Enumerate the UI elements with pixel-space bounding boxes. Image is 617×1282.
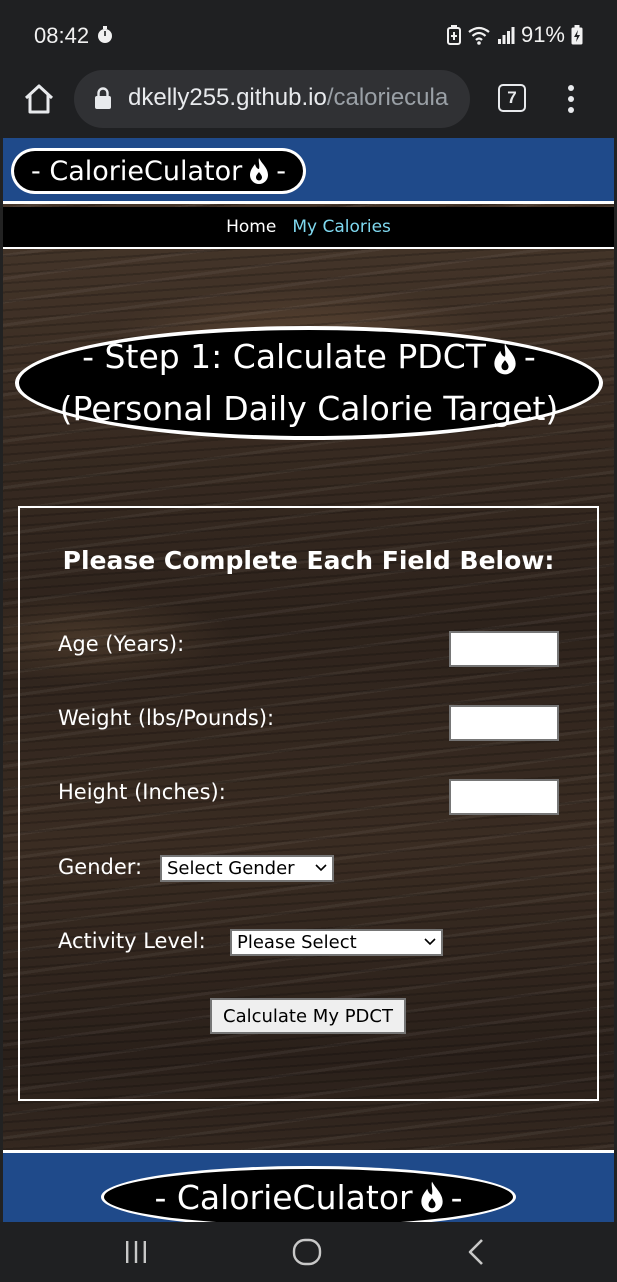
gender-label: Gender:: [58, 855, 143, 879]
battery-percent: 91%: [520, 22, 565, 47]
nav-link-my-calories[interactable]: My Calories: [292, 217, 391, 237]
more-options-icon[interactable]: [558, 82, 584, 116]
lock-icon: [95, 87, 111, 109]
height-input[interactable]: [449, 779, 559, 815]
chevron-down-icon: [315, 864, 327, 872]
url-path: /caloriecula: [326, 84, 449, 111]
flame-icon: [494, 343, 516, 374]
home-nav-icon[interactable]: [292, 1238, 322, 1266]
footer-brand-suffix: -: [450, 1177, 463, 1217]
footer-logo: - CalorieCulator -: [101, 1166, 516, 1222]
step-title-line2: (Personal Daily Calorie Target): [59, 389, 559, 428]
recent-apps-icon[interactable]: [122, 1238, 150, 1266]
nav-link-home[interactable]: Home: [226, 217, 276, 237]
status-time: 08:42: [34, 23, 90, 48]
activity-select-value: Please Select: [237, 932, 357, 953]
stopwatch-icon: [98, 26, 112, 43]
battery-charging-icon: [571, 25, 583, 45]
web-page: - CalorieCulator - Home My Calories - St…: [3, 138, 614, 1222]
step-title-line1: - Step 1: Calculate PDCT -: [82, 331, 536, 383]
height-label: Height (Inches):: [58, 780, 226, 804]
step-title-text: - Step 1: Calculate PDCT: [82, 337, 486, 376]
activity-level-select[interactable]: Please Select: [230, 929, 443, 956]
flame-icon: [250, 158, 269, 184]
site-header: - CalorieCulator -: [3, 138, 614, 204]
step-title-suffix: -: [523, 337, 536, 376]
activity-level-label: Activity Level:: [58, 929, 206, 953]
footer-brand-text: - CalorieCulator: [154, 1177, 413, 1217]
status-icons: 91%: [446, 22, 583, 48]
flame-icon: [420, 1181, 443, 1213]
gender-select-value: Select Gender: [167, 858, 295, 879]
wifi-icon: [468, 26, 490, 45]
signal-icon: [497, 27, 515, 44]
age-label: Age (Years):: [58, 632, 185, 656]
form-heading: Please Complete Each Field Below:: [62, 546, 555, 575]
age-input[interactable]: [449, 631, 559, 667]
status-bar: 08:42 91%: [0, 0, 617, 70]
url-text: dkelly255.github.io/caloriecula: [128, 84, 448, 112]
address-bar[interactable]: dkelly255.github.io/caloriecula: [74, 70, 470, 128]
system-navigation-bar: [0, 1222, 617, 1282]
site-nav: Home My Calories: [3, 207, 614, 249]
chevron-down-icon: [424, 938, 436, 946]
step-title-banner: - Step 1: Calculate PDCT - (Personal Dai…: [15, 326, 603, 440]
weight-label: Weight (lbs/Pounds):: [58, 706, 275, 730]
site-footer: - CalorieCulator -: [3, 1150, 614, 1222]
brand-text: - CalorieCulator: [31, 155, 243, 187]
battery-saver-icon: [446, 25, 461, 45]
home-icon[interactable]: [22, 82, 56, 116]
pdct-form: Please Complete Each Field Below: Age (Y…: [18, 506, 599, 1101]
gender-select[interactable]: Select Gender: [160, 855, 334, 882]
url-host: dkelly255.github.io: [128, 84, 327, 111]
weight-input[interactable]: [449, 705, 559, 741]
browser-toolbar: dkelly255.github.io/caloriecula 7: [0, 70, 617, 138]
tab-count: 7: [507, 88, 517, 107]
site-logo[interactable]: - CalorieCulator -: [11, 148, 306, 194]
brand-suffix: -: [276, 155, 286, 187]
calculate-pdct-button[interactable]: Calculate My PDCT: [210, 998, 406, 1034]
tab-switcher-button[interactable]: 7: [498, 84, 526, 112]
back-icon[interactable]: [464, 1238, 488, 1266]
